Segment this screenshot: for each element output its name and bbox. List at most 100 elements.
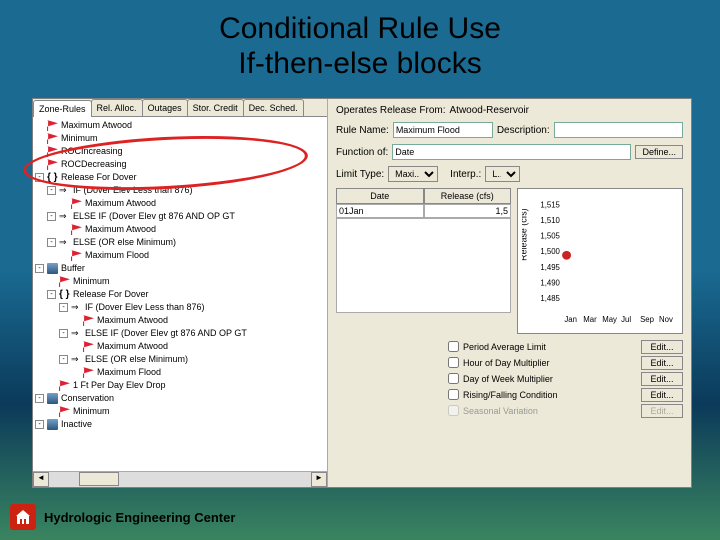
- flag-icon: [83, 341, 94, 352]
- tree-row[interactable]: -Inactive: [35, 418, 325, 431]
- tree-row[interactable]: ROCDecreasing: [35, 158, 325, 171]
- tree-row[interactable]: Maximum Atwood: [35, 197, 325, 210]
- tree-row[interactable]: -⇒ELSE (OR else Minimum): [35, 353, 325, 366]
- brace-icon: { }: [47, 171, 61, 184]
- limit-type-label: Limit Type:: [336, 169, 384, 180]
- option-label: Rising/Falling Condition: [463, 390, 558, 400]
- tab-outages[interactable]: Outages: [142, 99, 188, 116]
- tree-row[interactable]: Minimum: [35, 132, 325, 145]
- flag-icon: [47, 120, 58, 131]
- cell-release[interactable]: 1,5: [424, 204, 512, 218]
- col-release[interactable]: Release (cfs): [424, 188, 512, 204]
- interp-label: Interp.:: [450, 169, 481, 180]
- tree-row[interactable]: -{ }Release For Dover: [35, 288, 325, 301]
- tree-toggle[interactable]: -: [59, 303, 68, 312]
- tree-toggle[interactable]: -: [35, 420, 44, 429]
- rule-tree[interactable]: Maximum AtwoodMinimumROCIncreasingROCDec…: [33, 117, 327, 471]
- tree-label: Maximum Atwood: [97, 340, 168, 353]
- tree-label: ROCIncreasing: [61, 145, 123, 158]
- define-button[interactable]: Define...: [635, 145, 683, 159]
- tree-row[interactable]: Maximum Atwood: [35, 119, 325, 132]
- option-row: Seasonal VariationEdit...: [448, 404, 683, 418]
- tree-label: 1 Ft Per Day Elev Drop: [73, 379, 166, 392]
- svg-text:Sep: Sep: [640, 315, 655, 324]
- tree-row[interactable]: Minimum: [35, 405, 325, 418]
- tree-row[interactable]: -⇒IF (Dover Elev Less than 876): [35, 301, 325, 314]
- horizontal-scrollbar[interactable]: ◄ ►: [33, 471, 327, 487]
- flag-icon: [59, 406, 70, 417]
- tree-toggle[interactable]: -: [47, 212, 56, 221]
- tree-toggle[interactable]: -: [47, 186, 56, 195]
- limit-type-select[interactable]: Maxi...: [388, 166, 438, 182]
- tree-row[interactable]: -{ }Release For Dover: [35, 171, 325, 184]
- option-checkbox[interactable]: [448, 373, 459, 384]
- tree-row[interactable]: Minimum: [35, 275, 325, 288]
- tree-label: Conservation: [61, 392, 114, 405]
- tree-row[interactable]: Maximum Flood: [35, 366, 325, 379]
- tree-row[interactable]: Maximum Atwood: [35, 223, 325, 236]
- arrow-icon: ⇒: [59, 236, 73, 249]
- tab-stor-credit[interactable]: Stor. Credit: [187, 99, 244, 116]
- tree-label: Minimum: [73, 275, 110, 288]
- option-label: Seasonal Variation: [463, 406, 538, 416]
- scroll-left-button[interactable]: ◄: [33, 472, 49, 487]
- tree-label: IF (Dover Elev Less than 876): [85, 301, 205, 314]
- tree-toggle[interactable]: -: [47, 238, 56, 247]
- tree-label: Minimum: [73, 405, 110, 418]
- flag-icon: [59, 276, 70, 287]
- tree-toggle[interactable]: -: [35, 173, 44, 182]
- edit-button[interactable]: Edit...: [641, 356, 683, 370]
- tab-dec-sched[interactable]: Dec. Sched.: [243, 99, 304, 116]
- option-checkbox[interactable]: [448, 389, 459, 400]
- interp-select[interactable]: L...: [485, 166, 520, 182]
- option-label: Day of Week Multiplier: [463, 374, 553, 384]
- edit-button[interactable]: Edit...: [641, 372, 683, 386]
- scroll-thumb[interactable]: [79, 472, 119, 486]
- description-input[interactable]: [554, 122, 683, 138]
- tree-row[interactable]: Maximum Atwood: [35, 314, 325, 327]
- tree-row[interactable]: Maximum Flood: [35, 249, 325, 262]
- tree-row[interactable]: -⇒ELSE IF (Dover Elev gt 876 AND OP GT: [35, 210, 325, 223]
- tree-row[interactable]: - Conservation: [35, 392, 325, 405]
- tree-toggle[interactable]: -: [59, 329, 68, 338]
- tree-row[interactable]: -⇒ELSE (OR else Minimum): [35, 236, 325, 249]
- rule-name-input[interactable]: [393, 122, 493, 138]
- tree-row[interactable]: -⇒IF (Dover Elev Less than 876): [35, 184, 325, 197]
- svg-text:Jan: Jan: [564, 315, 577, 324]
- scroll-right-button[interactable]: ►: [311, 472, 327, 487]
- tree-toggle[interactable]: -: [35, 394, 44, 403]
- brace-icon: { }: [59, 288, 73, 301]
- flag-icon: [83, 367, 94, 378]
- edit-button[interactable]: Edit...: [641, 340, 683, 354]
- slide-title-2: If-then-else blocks: [0, 47, 720, 82]
- tab-zone-rules[interactable]: Zone-Rules: [33, 100, 92, 117]
- function-input[interactable]: [392, 144, 631, 160]
- operates-label: Operates Release From:: [336, 105, 446, 116]
- tree-toggle[interactable]: -: [59, 355, 68, 364]
- tree-row[interactable]: -Buffer: [35, 262, 325, 275]
- svg-text:1,490: 1,490: [540, 278, 560, 287]
- svg-text:1,515: 1,515: [540, 200, 560, 209]
- tree-row[interactable]: Maximum Atwood: [35, 340, 325, 353]
- tree-label: ELSE (OR else Minimum): [85, 353, 188, 366]
- option-checkbox[interactable]: [448, 357, 459, 368]
- tree-toggle[interactable]: -: [35, 264, 44, 273]
- tab-rel-alloc[interactable]: Rel. Alloc.: [91, 99, 143, 116]
- scroll-track[interactable]: [49, 472, 311, 487]
- arrow-icon: ⇒: [71, 353, 85, 366]
- option-checkbox[interactable]: [448, 341, 459, 352]
- col-date[interactable]: Date: [336, 188, 424, 204]
- table-empty-area[interactable]: [336, 218, 511, 313]
- tree-row[interactable]: -⇒ELSE IF (Dover Elev gt 876 AND OP GT: [35, 327, 325, 340]
- tree-label: Minimum: [61, 132, 98, 145]
- svg-text:1,510: 1,510: [540, 216, 560, 225]
- edit-button[interactable]: Edit...: [641, 388, 683, 402]
- svg-text:Jul: Jul: [621, 315, 631, 324]
- reservoir-icon: [47, 393, 58, 404]
- cell-date[interactable]: 01Jan: [336, 204, 424, 218]
- tree-row[interactable]: ROCIncreasing: [35, 145, 325, 158]
- tree-toggle[interactable]: -: [47, 290, 56, 299]
- tree-row[interactable]: 1 Ft Per Day Elev Drop: [35, 379, 325, 392]
- data-table: Date Release (cfs) 01Jan 1,5: [336, 188, 511, 334]
- flag-icon: [59, 380, 70, 391]
